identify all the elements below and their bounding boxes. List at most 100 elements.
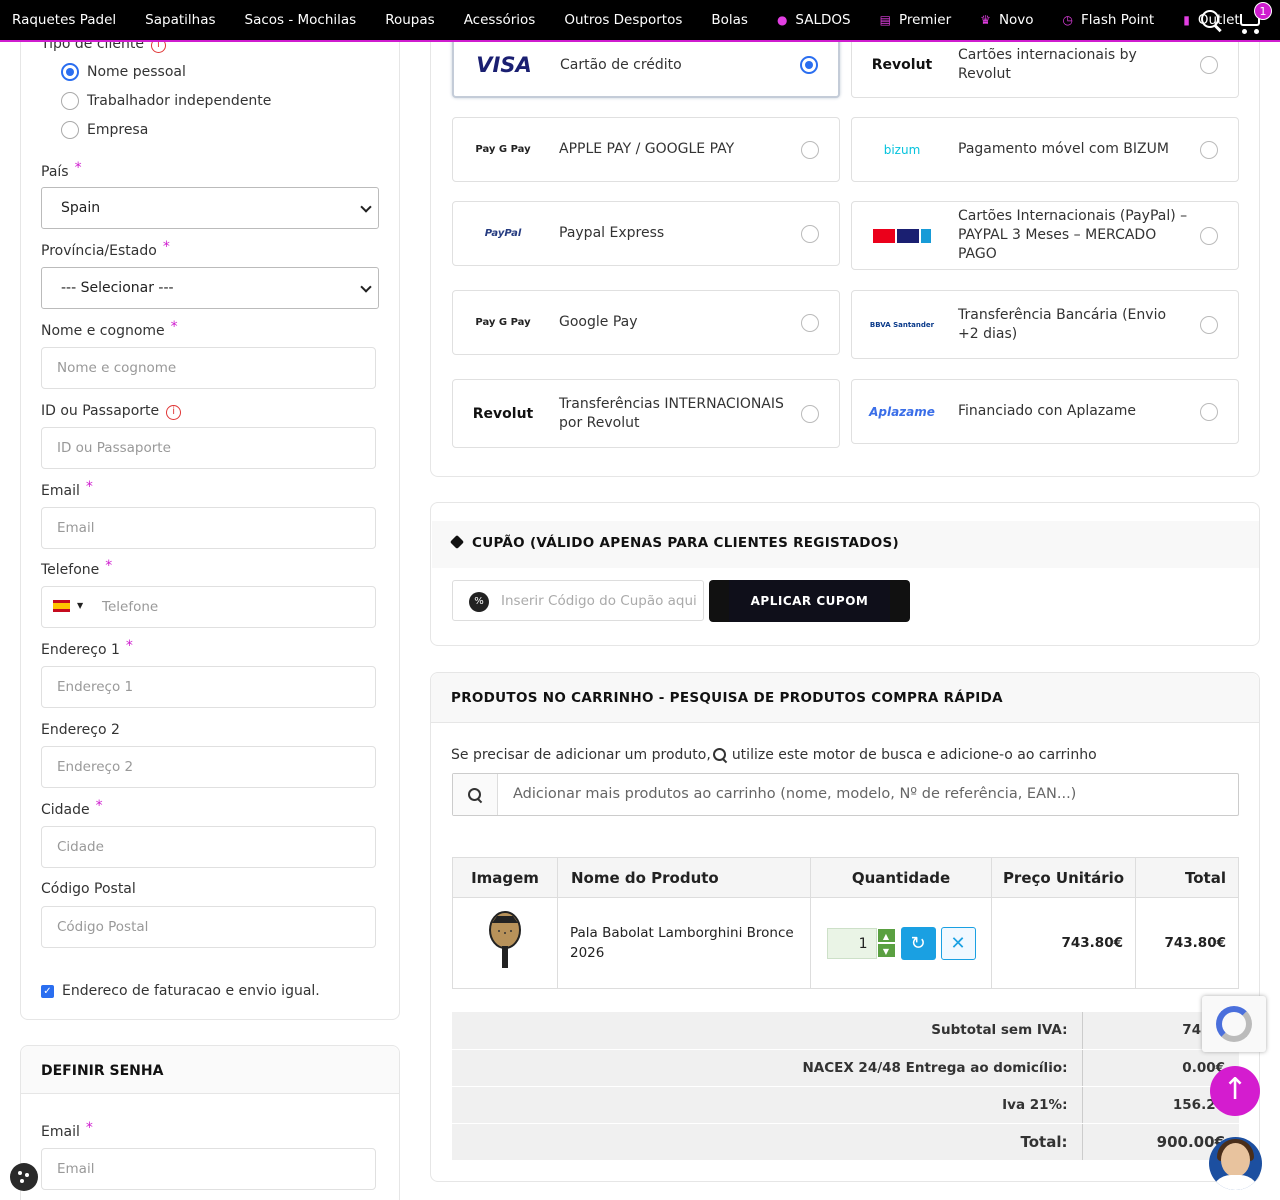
mastercard-icon — [873, 228, 895, 243]
payment-aplazame[interactable]: Aplazame Financiado con Aplazame — [851, 379, 1239, 444]
nav-raquetes[interactable]: Raquetes Padel — [12, 12, 116, 28]
name-field[interactable]: Nome e cognome — [41, 347, 376, 389]
top-nav: Raquetes Padel Sapatilhas Sacos - Mochil… — [0, 0, 1280, 42]
zip-field[interactable]: Código Postal — [41, 906, 376, 948]
email-label: Email * — [41, 479, 93, 499]
refresh-icon: ↻ — [910, 932, 926, 954]
radio-unchecked-icon[interactable] — [1200, 56, 1218, 74]
cart-title: PRODUTOS NO CARRINHO - PESQUISA DE PRODU… — [431, 673, 1259, 723]
nav-sapatilhas[interactable]: Sapatilhas — [145, 12, 215, 28]
payment-bank-transfer[interactable]: BBVA Santander Transferência Bancária (E… — [851, 290, 1239, 359]
nav-sacos[interactable]: Sacos - Mochilas — [245, 12, 357, 28]
product-search[interactable]: Adicionar mais produtos ao carrinho (nom… — [452, 773, 1239, 816]
product-search-input[interactable]: Adicionar mais produtos ao carrinho (nom… — [513, 786, 1076, 802]
phone-field[interactable]: ▼ Telefone — [41, 586, 376, 628]
password-title: DEFINIR SENHA — [21, 1046, 399, 1094]
payment-paypal[interactable]: PayPal Paypal Express — [452, 201, 840, 266]
required-mark: * — [95, 798, 103, 814]
payment-bizum[interactable]: bizum Pagamento móvel com BIZUM — [851, 117, 1239, 182]
product-name[interactable]: Pala Babolat Lamborghini Bronce 2026 — [557, 897, 811, 989]
nav-bolas[interactable]: Bolas — [711, 12, 748, 28]
country-label-text: País — [41, 164, 69, 180]
password-email-label: Email * — [41, 1120, 93, 1140]
radio-empresa[interactable]: Empresa — [61, 121, 148, 139]
radio-unchecked-icon[interactable] — [1200, 226, 1218, 245]
cart-section: PRODUTOS NO CARRINHO - PESQUISA DE PRODU… — [430, 672, 1260, 1182]
payment-label: Financiado con Aplazame — [958, 403, 1137, 419]
radio-unchecked-icon[interactable] — [1200, 402, 1218, 421]
total-row: Total: 900.00€ — [452, 1123, 1239, 1161]
subtotal-row: Subtotal sem IVA:743.8 — [452, 1012, 1239, 1050]
spain-flag-icon[interactable] — [53, 600, 70, 612]
chevron-down-icon[interactable]: ▼ — [876, 942, 896, 958]
padel-racket-image[interactable] — [487, 911, 523, 971]
payment-label: Google Pay — [559, 314, 638, 330]
radio-unchecked-icon[interactable] — [1200, 140, 1218, 159]
nav-actions: 1 — [1200, 2, 1272, 34]
radio-unchecked-icon[interactable] — [801, 404, 819, 423]
quantity-input[interactable]: 1 — [826, 927, 877, 959]
product-search-button[interactable] — [453, 774, 498, 815]
coupon-placeholder: Inserir Código do Cupão aqui — [501, 593, 697, 609]
nav-flash[interactable]: ◷ Flash Point — [1063, 12, 1155, 28]
addr1-field[interactable]: Endereço 1 — [41, 666, 376, 708]
search-icon[interactable] — [1200, 9, 1222, 31]
radio-unchecked-icon[interactable] — [1200, 315, 1218, 334]
email-field[interactable]: Email — [41, 507, 376, 549]
radio-checked-icon[interactable] — [800, 56, 818, 74]
nav-saldos[interactable]: ● SALDOS — [777, 12, 851, 28]
chat-avatar-button[interactable] — [1209, 1137, 1262, 1190]
payment-paypal-intl[interactable]: Cartões Internacionais (PayPal) – PAYPAL… — [851, 201, 1239, 270]
nav-novo[interactable]: ♛ Novo — [980, 12, 1033, 28]
radio-trabalhador[interactable]: Trabalhador independente — [61, 92, 271, 110]
aplazame-logo: Aplazame — [869, 404, 935, 419]
recaptcha-icon — [1216, 1006, 1252, 1042]
quantity-cell: 1 ▲ ▼ ↻ ✕ — [810, 897, 992, 989]
payment-apple-google[interactable]: Pay G Pay APPLE PAY / GOOGLE PAY — [452, 117, 840, 182]
nav-acessorios[interactable]: Acessórios — [464, 12, 536, 28]
password-email-field[interactable]: Email — [41, 1148, 376, 1190]
city-field[interactable]: Cidade — [41, 826, 376, 868]
refresh-button[interactable]: ↻ — [900, 926, 936, 960]
clock-icon: ◷ — [1062, 13, 1074, 27]
payment-revolut-transfer[interactable]: Revolut Transferências INTERNACIONAIS po… — [452, 379, 840, 448]
payment-google-pay[interactable]: Pay G Pay Google Pay — [452, 290, 840, 355]
nav-saldos-label: SALDOS — [795, 12, 851, 28]
id-field[interactable]: ID ou Passaporte — [41, 427, 376, 469]
col-nome: Nome do Produto — [557, 857, 811, 898]
province-select[interactable]: --- Selecionar --- — [41, 267, 379, 309]
required-mark: * — [85, 479, 93, 495]
payment-label: APPLE PAY / GOOGLE PAY — [559, 141, 735, 157]
radio-unchecked-icon[interactable] — [801, 224, 819, 243]
coupon-input[interactable]: % Inserir Código do Cupão aqui — [452, 580, 704, 621]
scroll-top-button[interactable]: ↑ — [1210, 1066, 1260, 1116]
chevron-up-icon[interactable]: ▲ — [876, 927, 896, 943]
nav-novo-label: Novo — [998, 12, 1034, 28]
city-label: Cidade * — [41, 798, 103, 818]
recaptcha-badge[interactable] — [1202, 996, 1266, 1052]
chevron-down-icon[interactable]: ▼ — [77, 601, 83, 610]
apply-coupon-button[interactable]: APLICAR CUPOM — [709, 580, 910, 622]
cart-icon[interactable]: 1 — [1236, 2, 1272, 34]
province-label: Província/Estado * — [41, 239, 170, 259]
addr2-field[interactable]: Endereço 2 — [41, 746, 376, 788]
same-address-checkbox[interactable]: ✓ Endereco de faturacao e envio igual. — [41, 983, 320, 999]
radio-unchecked-icon[interactable] — [801, 140, 819, 159]
radio-unchecked-icon[interactable] — [801, 313, 819, 332]
id-label: ID ou Passaporte i — [41, 403, 182, 420]
radio-unchecked-icon — [61, 121, 79, 139]
quantity-stepper: 1 ▲ ▼ ↻ ✕ — [826, 926, 976, 960]
radio-checked-icon — [61, 63, 79, 81]
nav-roupas[interactable]: Roupas — [385, 12, 434, 28]
info-icon[interactable]: i — [166, 405, 182, 420]
nav-outros[interactable]: Outros Desportos — [564, 12, 682, 28]
country-select[interactable]: Spain — [41, 187, 379, 229]
cookie-icon[interactable] — [10, 1163, 38, 1191]
name-label: Nome e cognome * — [41, 319, 178, 339]
revolut-logo: Revolut — [472, 405, 534, 422]
line-total: 743.80€ — [1135, 897, 1239, 989]
radio-nome-pessoal[interactable]: Nome pessoal — [61, 63, 186, 81]
nav-premier[interactable]: ▤ Premier — [880, 12, 952, 28]
province-label-text: Província/Estado — [41, 243, 157, 259]
remove-button[interactable]: ✕ — [940, 926, 976, 960]
